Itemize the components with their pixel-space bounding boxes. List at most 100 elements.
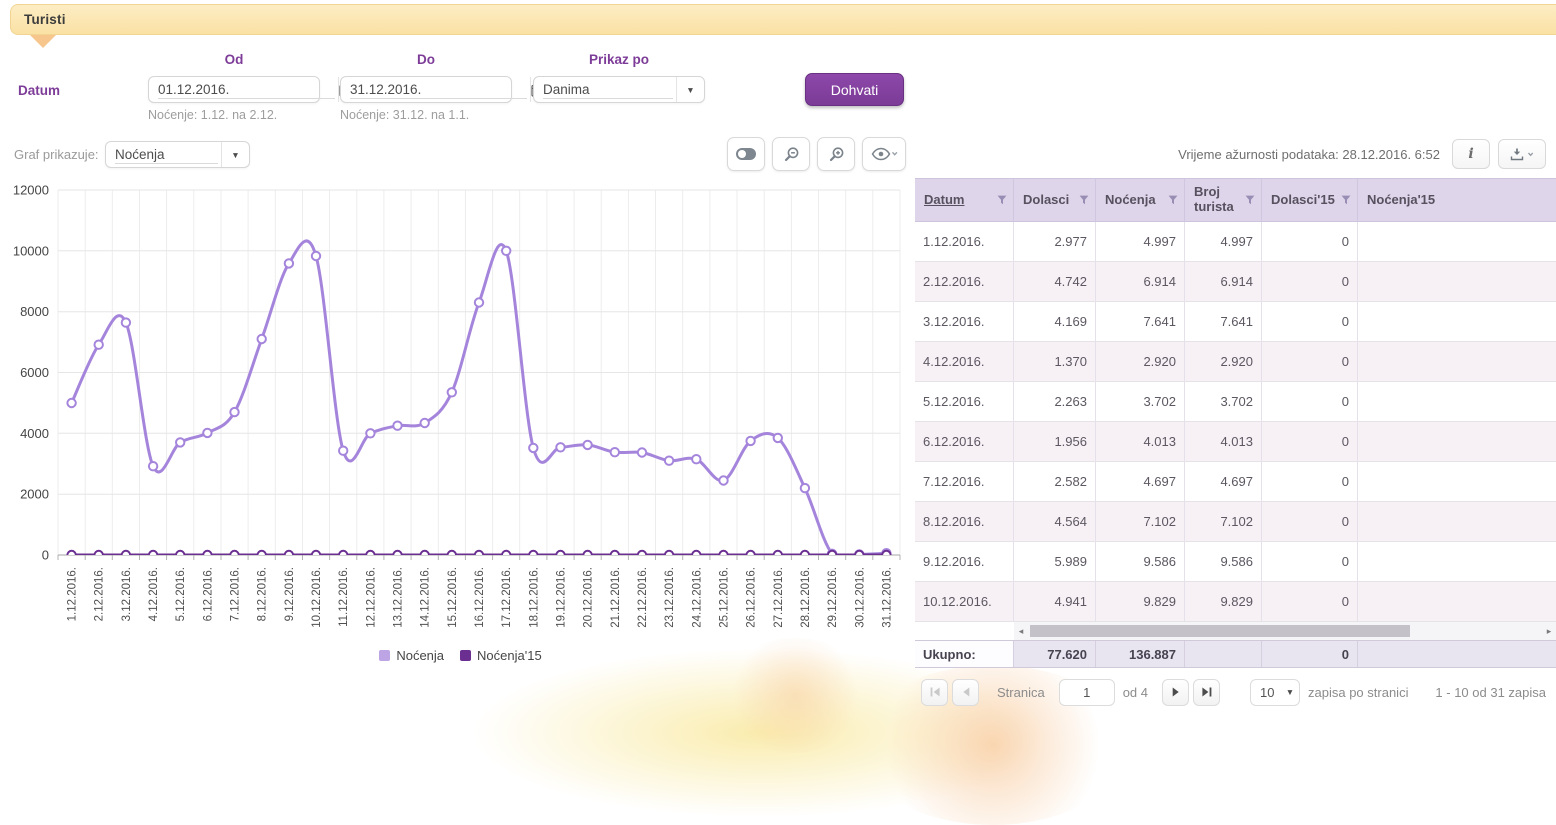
- table-cell: 6.12.2016.: [915, 422, 1014, 461]
- table-cell: 7.102: [1096, 502, 1185, 541]
- table-row[interactable]: 9.12.2016.5.9899.5869.5860: [915, 542, 1556, 582]
- date-from-field[interactable]: [148, 76, 320, 103]
- date-from-input[interactable]: [158, 80, 335, 99]
- svg-text:18.12.2016.: 18.12.2016.: [528, 567, 540, 628]
- chevron-down-icon[interactable]: ▼: [676, 77, 704, 102]
- svg-text:4.12.2016.: 4.12.2016.: [148, 567, 160, 621]
- table-row[interactable]: 10.12.2016.4.9419.8299.8290: [915, 582, 1556, 622]
- graf-prikazuje-value: Noćenja: [115, 145, 218, 164]
- table-cell: 0: [1262, 382, 1358, 421]
- scrollbar-track[interactable]: [1028, 622, 1542, 640]
- dohvati-button[interactable]: Dohvati: [805, 73, 904, 106]
- svg-text:24.12.2016.: 24.12.2016.: [691, 567, 703, 628]
- table-cell: 4.013: [1096, 422, 1185, 461]
- svg-text:22.12.2016.: 22.12.2016.: [637, 567, 649, 628]
- filter-icon[interactable]: [1341, 195, 1351, 205]
- table-row[interactable]: 2.12.2016.4.7426.9146.9140: [915, 262, 1556, 302]
- table-row[interactable]: 7.12.2016.2.5824.6974.6970: [915, 462, 1556, 502]
- column-header[interactable]: Dolasci: [1014, 179, 1096, 221]
- column-header-label: Noćenja: [1105, 193, 1156, 208]
- svg-text:13.12.2016.: 13.12.2016.: [393, 567, 405, 628]
- graf-prikazuje-dropdown[interactable]: Noćenja ▼: [105, 141, 250, 168]
- totals-cell: [1358, 641, 1556, 667]
- info-button[interactable]: i: [1452, 139, 1490, 169]
- page-size-dropdown[interactable]: 10 ▼: [1250, 679, 1300, 706]
- svg-text:0: 0: [42, 548, 49, 563]
- table-row[interactable]: 8.12.2016.4.5647.1027.1020: [915, 502, 1556, 542]
- column-header[interactable]: Dolasci'15: [1262, 179, 1358, 221]
- table-cell: 0: [1262, 262, 1358, 301]
- scroll-right-icon[interactable]: ▸: [1542, 622, 1556, 640]
- chevron-down-icon[interactable]: ▼: [221, 142, 249, 167]
- filter-icon[interactable]: [1168, 195, 1178, 205]
- legend-item[interactable]: Noćenja'15: [460, 648, 542, 663]
- last-page-icon: [1201, 686, 1213, 698]
- filter-icon[interactable]: [1245, 195, 1255, 205]
- table-cell: 4.169: [1014, 302, 1096, 341]
- range-label: 1 - 10 od 31 zapisa: [1435, 685, 1546, 700]
- column-header[interactable]: Broj turista: [1185, 179, 1262, 221]
- last-page-button[interactable]: [1193, 679, 1220, 706]
- table-cell: 9.829: [1185, 582, 1262, 621]
- svg-text:6.12.2016.: 6.12.2016.: [202, 567, 214, 621]
- legend-item[interactable]: Noćenja: [379, 648, 444, 663]
- grid-header-row: DatumDolasci Noćenja Broj turista Dolasci'1…: [915, 178, 1556, 222]
- zoom-in-icon: [828, 146, 845, 163]
- zoom-out-button[interactable]: [772, 137, 810, 171]
- table-cell: 7.12.2016.: [915, 462, 1014, 501]
- svg-text:29.12.2016.: 29.12.2016.: [827, 567, 839, 628]
- totals-row: Ukupno:77.620136.8870: [915, 640, 1556, 668]
- table-cell: [1358, 542, 1556, 581]
- svg-text:12000: 12000: [13, 183, 49, 198]
- svg-text:27.12.2016.: 27.12.2016.: [773, 567, 785, 628]
- table-row[interactable]: 4.12.2016.1.3702.9202.9200: [915, 342, 1556, 382]
- grid-body: 1.12.2016.2.9774.9974.99702.12.2016.4.74…: [915, 222, 1556, 622]
- prev-page-button[interactable]: [952, 679, 979, 706]
- first-page-button[interactable]: [921, 679, 948, 706]
- prikaz-po-dropdown[interactable]: Danima ▼: [533, 76, 705, 103]
- svg-text:26.12.2016.: 26.12.2016.: [746, 567, 758, 628]
- table-cell: 4.564: [1014, 502, 1096, 541]
- horizontal-scrollbar[interactable]: ◂ ▸: [1014, 622, 1556, 640]
- table-cell: 4.742: [1014, 262, 1096, 301]
- tab-turisti[interactable]: Turisti: [10, 4, 1556, 35]
- date-to-input[interactable]: [350, 80, 527, 99]
- table-cell: 4.941: [1014, 582, 1096, 621]
- svg-text:14.12.2016.: 14.12.2016.: [420, 567, 432, 628]
- svg-text:21.12.2016.: 21.12.2016.: [610, 567, 622, 628]
- svg-text:5.12.2016.: 5.12.2016.: [175, 567, 187, 621]
- table-row[interactable]: 1.12.2016.2.9774.9974.9970: [915, 222, 1556, 262]
- svg-text:15.12.2016.: 15.12.2016.: [447, 567, 459, 628]
- column-header[interactable]: Noćenja: [1096, 179, 1185, 221]
- visibility-button[interactable]: [862, 137, 906, 171]
- od-label: Od: [148, 52, 320, 67]
- filter-icon[interactable]: [997, 195, 1007, 205]
- data-updated-text: Vrijeme ažurnosti podataka: 28.12.2016. …: [915, 147, 1440, 162]
- column-header-label: Dolasci'15: [1271, 193, 1335, 208]
- export-download-button[interactable]: [1498, 139, 1546, 169]
- totals-cell: [1185, 641, 1262, 667]
- scroll-left-icon[interactable]: ◂: [1014, 622, 1028, 640]
- table-cell: 5.989: [1014, 542, 1096, 581]
- filter-icon[interactable]: [1079, 195, 1089, 205]
- table-cell: 0: [1262, 462, 1358, 501]
- prev-page-icon: [960, 686, 972, 698]
- table-cell: [1358, 302, 1556, 341]
- scrollbar-thumb[interactable]: [1030, 625, 1410, 637]
- date-to-field[interactable]: [340, 76, 512, 103]
- toggle-view-button[interactable]: [727, 137, 765, 171]
- table-row[interactable]: 6.12.2016.1.9564.0134.0130: [915, 422, 1556, 462]
- table-row[interactable]: 3.12.2016.4.1697.6417.6410: [915, 302, 1556, 342]
- column-header[interactable]: Noćenja'15: [1358, 179, 1556, 221]
- legend-label: Noćenja'15: [477, 648, 542, 663]
- next-page-button[interactable]: [1162, 679, 1189, 706]
- column-header[interactable]: Datum: [915, 179, 1014, 221]
- toggle-icon: [736, 148, 756, 160]
- zoom-in-button[interactable]: [817, 137, 855, 171]
- page-input[interactable]: [1059, 679, 1115, 706]
- do-label: Do: [340, 52, 512, 67]
- download-icon: [1509, 147, 1535, 162]
- table-row[interactable]: 5.12.2016.2.2633.7023.7020: [915, 382, 1556, 422]
- table-cell: 4.697: [1185, 462, 1262, 501]
- table-cell: 0: [1262, 302, 1358, 341]
